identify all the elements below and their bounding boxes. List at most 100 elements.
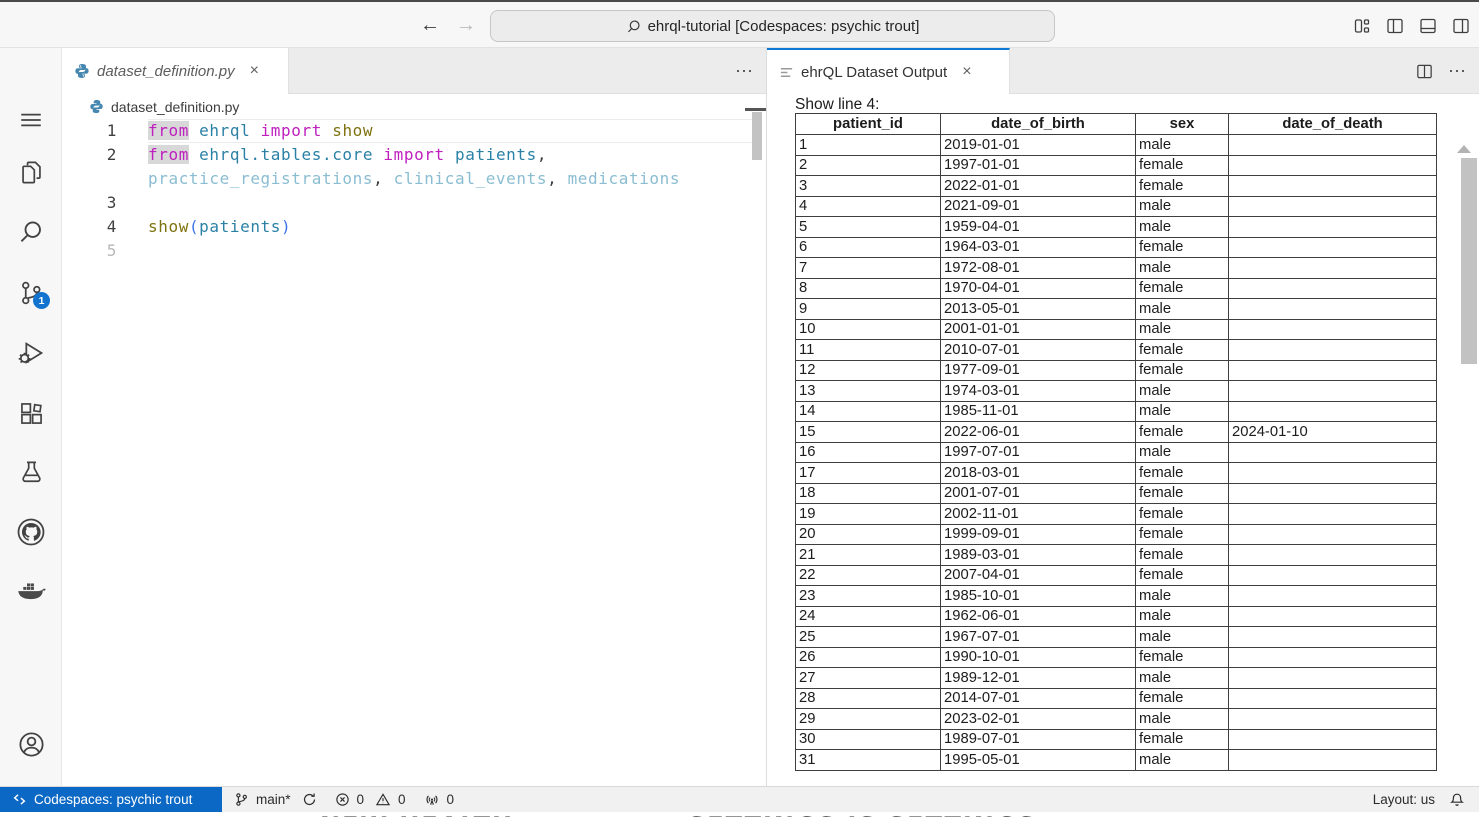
line-number: 2 <box>62 143 117 167</box>
extensions-icon[interactable] <box>0 393 62 433</box>
history-forward-icon[interactable]: → <box>456 14 476 36</box>
close-tab-icon[interactable]: × <box>962 64 971 80</box>
table-cell <box>1229 360 1437 381</box>
line-number: 1 <box>62 119 117 143</box>
column-header: sex <box>1136 114 1229 135</box>
split-editor-icon[interactable] <box>1415 62 1434 81</box>
toggle-primary-sidebar-icon[interactable] <box>1385 16 1405 36</box>
code-editor[interactable]: 1 from ehrql import show2from ehrql.table… <box>62 119 766 786</box>
ports-status-item[interactable]: 0 <box>424 792 455 807</box>
table-cell: 1997-07-01 <box>941 442 1136 463</box>
problems-status-item[interactable]: 0 0 <box>335 792 406 807</box>
bell-icon[interactable] <box>1449 792 1465 808</box>
title-bar: ← → ehrql-tutorial [Codespaces: psychic … <box>0 2 1479 48</box>
table-cell: male <box>1136 606 1229 627</box>
table-cell: 1959-04-01 <box>941 217 1136 238</box>
branch-status-item[interactable]: main* <box>234 792 317 807</box>
toggle-panel-icon[interactable] <box>1418 16 1438 36</box>
errors-count: 0 <box>357 792 365 807</box>
scm-badge: 1 <box>33 292 50 309</box>
table-cell: 17 <box>796 463 941 484</box>
table-cell: 1962-06-01 <box>941 606 1136 627</box>
table-cell: 2021-09-01 <box>941 196 1136 217</box>
tab-label: dataset_definition.py <box>97 63 235 80</box>
table-cell: male <box>1136 258 1229 279</box>
table-cell: female <box>1136 688 1229 709</box>
scroll-up-arrow-icon[interactable] <box>1457 145 1471 153</box>
tab-label: ehrQL Dataset Output <box>801 64 947 81</box>
output-actions-more-icon[interactable]: ⋯ <box>1448 61 1467 82</box>
clipped-background-page: NEW HEALTH SETTINGS IS SETTINGS <box>0 812 1479 817</box>
code-text: from ehrql import show <box>148 119 752 143</box>
code-line[interactable]: 2from ehrql.tables.core import patients, <box>62 143 766 167</box>
code-line[interactable]: 3 <box>62 191 766 215</box>
breadcrumb[interactable]: dataset_definition.py <box>62 94 766 119</box>
tab-ehrql-dataset-output[interactable]: ehrQL Dataset Output × <box>767 48 1010 94</box>
code-text: practice_registrations, clinical_events,… <box>148 167 766 191</box>
code-line[interactable]: practice_registrations, clinical_events,… <box>62 167 766 191</box>
remote-indicator[interactable]: Codespaces: psychic trout <box>0 787 222 813</box>
python-file-icon <box>89 99 104 114</box>
tab-dataset-definition[interactable]: dataset_definition.py × <box>62 48 289 94</box>
table-cell: 1977-09-01 <box>941 360 1136 381</box>
testing-beaker-icon[interactable] <box>0 452 62 492</box>
table-cell: 2022-06-01 <box>941 422 1136 443</box>
table-cell: male <box>1136 586 1229 607</box>
table-row: 152022-06-01female2024-01-10 <box>796 422 1437 443</box>
command-center-search[interactable]: ehrql-tutorial [Codespaces: psychic trou… <box>490 10 1055 42</box>
table-row: 292023-02-01male <box>796 709 1437 730</box>
output-scrollbar[interactable] <box>1461 158 1477 364</box>
table-cell: female <box>1136 278 1229 299</box>
table-row: 141985-11-01male <box>796 401 1437 422</box>
table-cell: 2019-01-01 <box>941 135 1136 156</box>
code-line[interactable]: 1 from ehrql import show <box>62 119 766 143</box>
table-row: 32022-01-01female <box>796 176 1437 197</box>
table-row: 282014-07-01female <box>796 688 1437 709</box>
code-text <box>148 239 766 263</box>
explorer-files-icon[interactable] <box>0 152 62 192</box>
table-cell: 19 <box>796 504 941 525</box>
table-cell: male <box>1136 299 1229 320</box>
source-control-icon[interactable]: 1 <box>0 273 62 313</box>
history-back-icon[interactable]: ← <box>420 14 440 36</box>
toggle-secondary-sidebar-icon[interactable] <box>1451 16 1471 36</box>
account-icon[interactable] <box>0 724 62 764</box>
github-icon[interactable] <box>0 512 62 552</box>
layout-status-item[interactable]: Layout: us <box>1373 792 1435 807</box>
table-cell: 8 <box>796 278 941 299</box>
customize-layout-icon[interactable] <box>1352 16 1372 36</box>
table-row: 241962-06-01male <box>796 606 1437 627</box>
table-row: 61964-03-01female <box>796 237 1437 258</box>
menu-icon[interactable] <box>0 100 62 140</box>
run-debug-icon[interactable] <box>0 333 62 373</box>
table-cell: female <box>1136 545 1229 566</box>
table-cell <box>1229 545 1437 566</box>
table-cell: 9 <box>796 299 941 320</box>
table-cell <box>1229 463 1437 484</box>
tab-bar-editor: dataset_definition.py × ⋯ <box>62 48 766 94</box>
table-cell <box>1229 750 1437 771</box>
ports-count: 0 <box>447 792 455 807</box>
table-cell: 2023-02-01 <box>941 709 1136 730</box>
table-cell: 1974-03-01 <box>941 381 1136 402</box>
table-cell: 2013-05-01 <box>941 299 1136 320</box>
radio-tower-icon <box>424 792 440 807</box>
breadcrumb-file[interactable]: dataset_definition.py <box>111 99 239 115</box>
search-activity-icon[interactable] <box>0 212 62 252</box>
close-tab-icon[interactable]: × <box>250 63 259 79</box>
clipped-text-left: NEW HEALTH <box>320 812 514 817</box>
table-cell: 30 <box>796 729 941 750</box>
table-row: 161997-07-01male <box>796 442 1437 463</box>
output-list-icon <box>779 65 794 80</box>
table-cell: 10 <box>796 319 941 340</box>
docker-icon[interactable] <box>0 572 62 612</box>
table-cell: 4 <box>796 196 941 217</box>
editor-group-code: dataset_definition.py × ⋯ dataset_defini… <box>62 48 766 786</box>
editor-scrollbar[interactable] <box>752 112 762 160</box>
table-cell <box>1229 381 1437 402</box>
editor-actions-more-icon[interactable]: ⋯ <box>735 61 754 82</box>
table-cell: 31 <box>796 750 941 771</box>
table-cell <box>1229 299 1437 320</box>
code-line[interactable]: 4show(patients) <box>62 215 766 239</box>
code-line[interactable]: 5 <box>62 239 766 263</box>
